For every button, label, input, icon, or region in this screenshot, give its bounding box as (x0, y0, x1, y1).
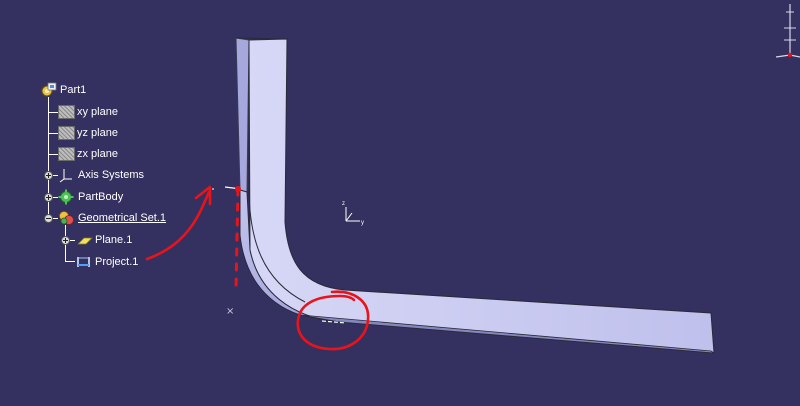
tree-label-axis-systems: Axis Systems (78, 169, 145, 181)
partbody-gear-icon (58, 189, 76, 205)
tree-label-partbody: PartBody (78, 191, 124, 203)
3d-viewport[interactable]: z y × Part1 xy plane yz plane zx plane A… (0, 0, 800, 406)
tree-label-zx-plane: zx plane (77, 148, 118, 160)
tree-node-axis-systems[interactable]: Axis Systems (58, 166, 144, 184)
tree-label-geometrical-set-1: Geometrical Set.1 (78, 212, 167, 224)
tree-label-plane-1: Plane.1 (95, 234, 133, 246)
tree-node-part1[interactable]: Part1 (40, 81, 86, 99)
tree-label-part1: Part1 (60, 84, 87, 96)
plane-icon (58, 147, 75, 161)
tree-node-partbody[interactable]: PartBody (58, 188, 123, 206)
project-icon (75, 254, 93, 270)
tree-node-plane-1[interactable]: Plane.1 (75, 231, 132, 249)
axis-systems-icon (58, 167, 76, 183)
tree-node-xy-plane[interactable]: xy plane (58, 103, 118, 121)
tree-label-xy-plane: xy plane (77, 106, 118, 118)
tree-label-project-1: Project.1 (95, 256, 139, 268)
origin-cross-icon: × (226, 306, 235, 317)
tree-node-project-1[interactable]: Project.1 (75, 253, 138, 271)
tree-label-yz-plane: yz plane (77, 127, 118, 139)
expand-plane1-button[interactable] (61, 236, 70, 245)
tree-node-geometrical-set-1[interactable]: Geometrical Set.1 (58, 209, 166, 227)
expand-axis-systems-button[interactable] (44, 171, 53, 180)
part-gear-icon (40, 82, 58, 98)
tree-node-yz-plane[interactable]: yz plane (58, 124, 118, 142)
plane-feature-icon (75, 232, 93, 248)
collapse-geometrical-set-button[interactable] (44, 214, 53, 223)
plane-icon (58, 126, 75, 140)
geometrical-set-icon (58, 210, 76, 226)
specification-tree: Part1 xy plane yz plane zx plane Axis Sy… (0, 0, 240, 300)
expand-partbody-button[interactable] (44, 193, 53, 202)
plane-icon (58, 105, 75, 119)
tree-node-zx-plane[interactable]: zx plane (58, 145, 118, 163)
